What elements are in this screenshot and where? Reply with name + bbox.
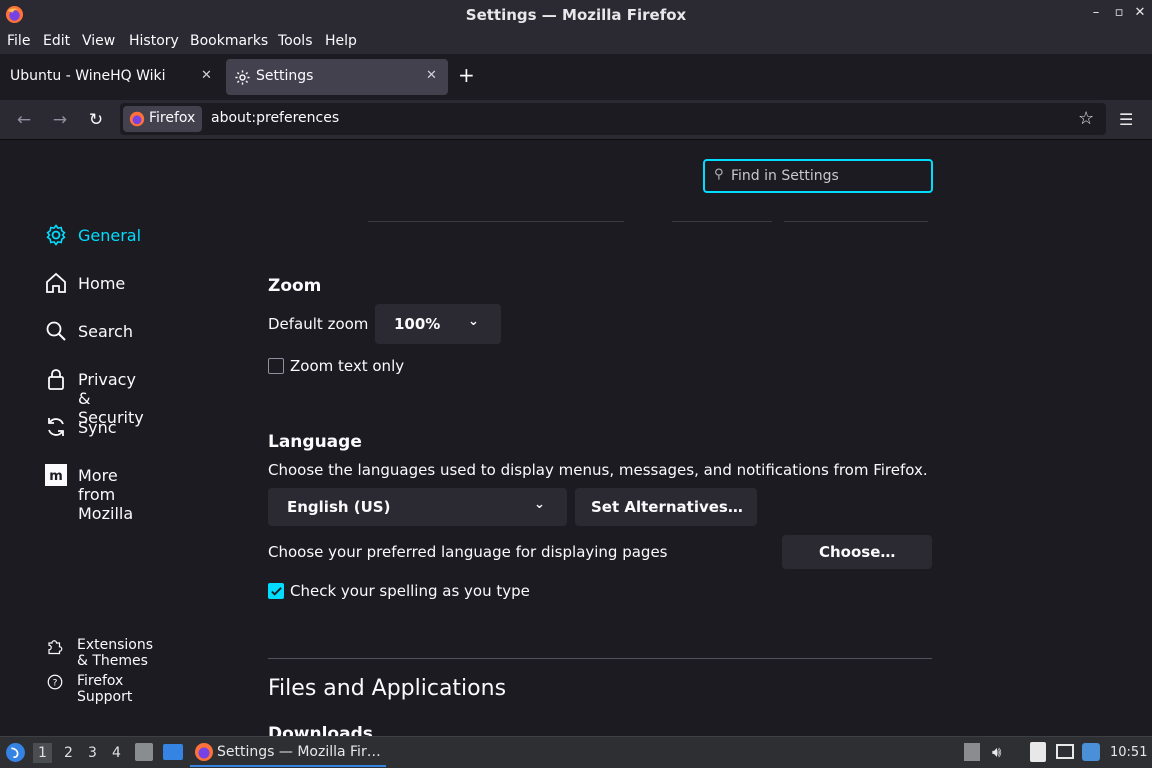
gear-icon bbox=[46, 224, 66, 246]
reload-button[interactable]: ↻ bbox=[85, 109, 107, 131]
restore-button[interactable]: ▫ bbox=[1110, 5, 1128, 20]
sidebar-item-label: Sync bbox=[78, 418, 117, 437]
taskbar-app-label: Settings — Mozilla Fir… bbox=[217, 744, 381, 760]
menu-help[interactable]: Help bbox=[325, 33, 357, 49]
window-titlebar: Settings — Mozilla Firefox – ▫ ✕ bbox=[0, 0, 1152, 30]
minimize-button[interactable]: – bbox=[1087, 5, 1105, 20]
taskbar-firefox-window[interactable]: Settings — Mozilla Fir… bbox=[190, 738, 386, 767]
divider bbox=[672, 221, 772, 222]
tab-bar: Ubuntu - WineHQ Wiki ✕ Settings ✕ bbox=[0, 54, 1152, 100]
language-heading: Language bbox=[268, 432, 362, 452]
workspace-2[interactable]: 2 bbox=[64, 745, 73, 761]
menu-bookmarks[interactable]: Bookmarks bbox=[190, 33, 268, 49]
files-applications-heading: Files and Applications bbox=[268, 676, 507, 701]
help-icon: ? bbox=[47, 674, 63, 690]
firefox-logo-icon bbox=[129, 111, 145, 127]
clipboard-icon[interactable] bbox=[1030, 742, 1046, 762]
svg-text:m: m bbox=[49, 469, 63, 484]
search-icon: ⚲ bbox=[714, 167, 724, 182]
zoom-text-only-checkbox[interactable] bbox=[268, 358, 284, 374]
sidebar-item-label: Home bbox=[78, 274, 126, 293]
menu-edit[interactable]: Edit bbox=[43, 33, 70, 49]
menu-file[interactable]: File bbox=[7, 33, 30, 49]
footer-label: Firefox Support bbox=[77, 673, 133, 705]
mozilla-icon: m bbox=[45, 464, 67, 486]
workspace-4[interactable]: 4 bbox=[112, 745, 121, 761]
zoom-heading: Zoom bbox=[268, 276, 322, 296]
close-window-button[interactable]: ✕ bbox=[1131, 5, 1149, 20]
clock: 10:51 bbox=[1110, 745, 1148, 760]
volume-icon[interactable]: 🔊︎ bbox=[992, 743, 1001, 761]
network-icon[interactable] bbox=[1056, 744, 1074, 759]
pages-language-label: Choose your preferred language for displ… bbox=[268, 543, 668, 561]
search-icon bbox=[46, 321, 66, 341]
divider bbox=[368, 221, 624, 222]
chevron-down-icon: ⌄ bbox=[534, 497, 545, 512]
find-in-settings[interactable]: ⚲ bbox=[703, 159, 933, 193]
start-menu-icon[interactable] bbox=[5, 742, 26, 763]
choose-language-button[interactable]: Choose… bbox=[782, 535, 932, 569]
menu-tools[interactable]: Tools bbox=[278, 33, 313, 49]
desktop-icon[interactable] bbox=[163, 744, 183, 760]
back-button[interactable]: ← bbox=[13, 109, 35, 131]
sidebar-item-label: Search bbox=[78, 322, 133, 341]
section-divider bbox=[268, 658, 932, 659]
window-title: Settings — Mozilla Firefox bbox=[465, 6, 687, 24]
search-input[interactable] bbox=[731, 166, 921, 186]
taskbar: 1 2 3 4 Settings — Mozilla Fir… 🔊︎ 10:51 bbox=[0, 736, 1152, 768]
identity-box[interactable]: Firefox bbox=[123, 106, 202, 132]
default-zoom-label: Default zoom bbox=[268, 315, 369, 333]
zoom-text-only-label: Zoom text only bbox=[290, 357, 405, 375]
chevron-down-icon: ⌄ bbox=[468, 314, 479, 329]
menu-view[interactable]: View bbox=[82, 33, 115, 49]
svg-text:?: ? bbox=[53, 678, 58, 688]
puzzle-icon bbox=[48, 640, 63, 655]
sync-icon bbox=[48, 418, 64, 436]
footer-label: Extensions & Themes bbox=[77, 637, 154, 669]
menu-bar: File Edit View History Bookmarks Tools H… bbox=[0, 30, 1152, 54]
spellcheck-checkbox[interactable] bbox=[268, 583, 284, 599]
workspace-3[interactable]: 3 bbox=[88, 745, 97, 761]
downloads-heading: Downloads bbox=[268, 724, 373, 736]
app-menu-button[interactable]: ☰ bbox=[1119, 110, 1133, 129]
button-label: Set Alternatives… bbox=[591, 498, 743, 516]
identity-label: Firefox bbox=[149, 110, 196, 126]
select-value: English (US) bbox=[287, 498, 391, 516]
language-description: Choose the languages used to display men… bbox=[268, 461, 928, 479]
new-tab-button[interactable]: + bbox=[458, 63, 475, 87]
tab-winehq[interactable]: Ubuntu - WineHQ Wiki ✕ bbox=[0, 59, 222, 95]
close-tab-icon[interactable]: ✕ bbox=[201, 68, 212, 83]
tab-label: Ubuntu - WineHQ Wiki bbox=[10, 68, 166, 84]
notification-icon[interactable] bbox=[1082, 743, 1100, 761]
settings-page bbox=[0, 140, 1152, 736]
forward-button[interactable]: → bbox=[49, 109, 71, 131]
scroll-tray-icon[interactable] bbox=[964, 743, 980, 761]
bookmark-star-icon[interactable]: ☆ bbox=[1078, 108, 1094, 129]
url-text[interactable]: about:preferences bbox=[211, 110, 339, 126]
home-icon bbox=[46, 272, 66, 293]
divider bbox=[784, 221, 928, 222]
workspace-1[interactable]: 1 bbox=[33, 743, 52, 763]
set-alternatives-button[interactable]: Set Alternatives… bbox=[575, 488, 757, 526]
file-manager-icon[interactable] bbox=[135, 743, 153, 761]
button-label: Choose… bbox=[819, 543, 896, 561]
sidebar-item-label: General bbox=[78, 226, 142, 245]
tab-label: Settings bbox=[256, 68, 314, 84]
firefox-logo-icon bbox=[195, 743, 213, 761]
menu-history[interactable]: History bbox=[129, 33, 179, 49]
close-tab-icon[interactable]: ✕ bbox=[426, 68, 437, 83]
select-value: 100% bbox=[394, 315, 441, 333]
checkmark-icon bbox=[271, 587, 282, 596]
tab-settings[interactable]: Settings ✕ bbox=[226, 59, 448, 95]
spellcheck-label: Check your spelling as you type bbox=[290, 582, 530, 600]
language-select[interactable]: English (US) ⌄ bbox=[268, 488, 567, 526]
gear-icon bbox=[235, 70, 250, 85]
sidebar-item-label: More from Mozilla bbox=[78, 466, 134, 523]
default-zoom-select[interactable]: 100% ⌄ bbox=[375, 304, 501, 344]
lock-icon bbox=[48, 369, 64, 390]
